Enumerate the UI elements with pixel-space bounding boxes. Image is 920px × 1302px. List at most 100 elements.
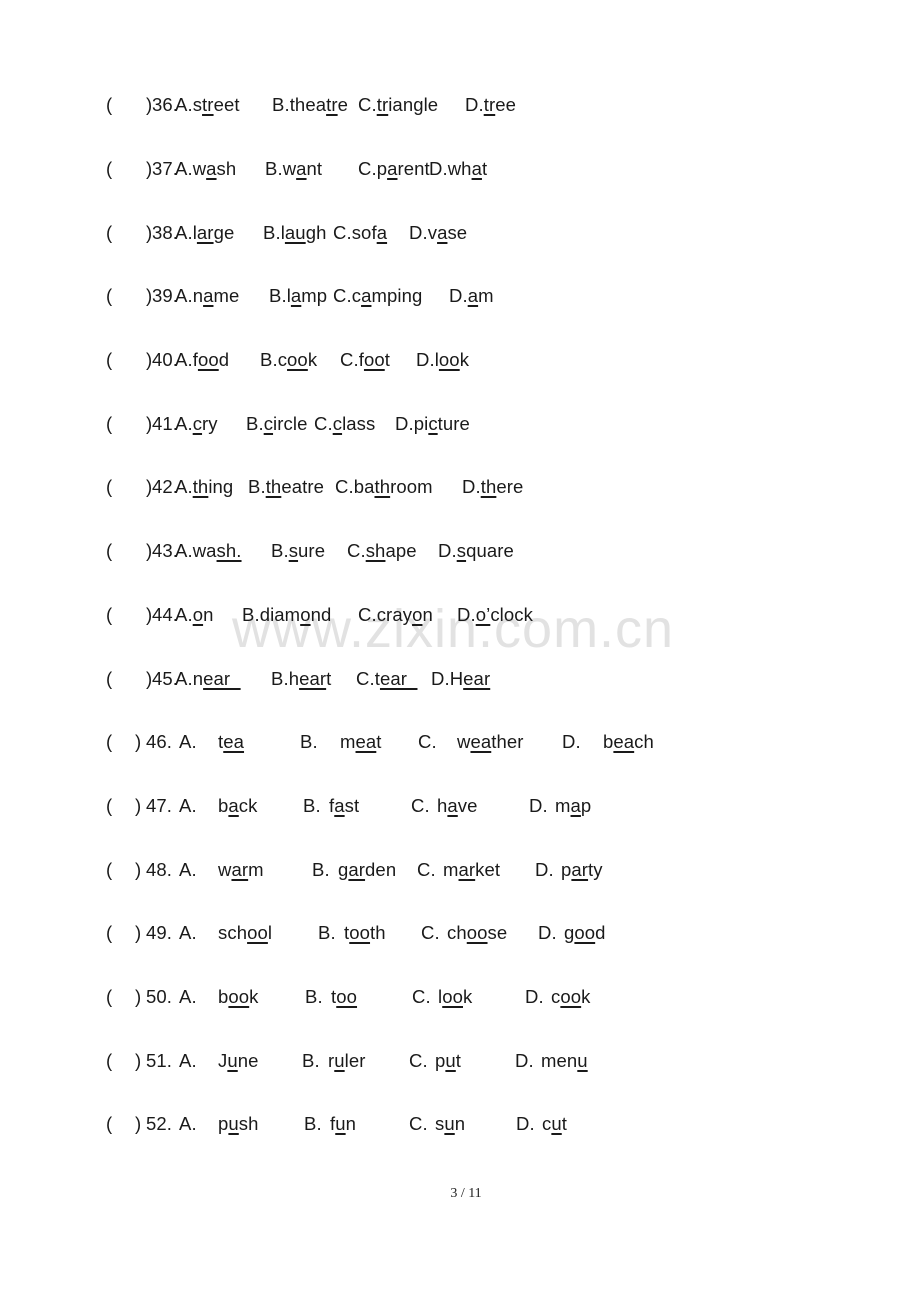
option-letter: C. [411,795,430,816]
option-letter: A. [175,94,193,115]
option-letter: C. [409,1113,428,1134]
word-part: wa [192,540,217,561]
word-part: ircle [273,413,308,434]
option-letter: C. [412,986,431,1007]
option-b-word: garden [338,855,396,885]
option-b: B.circle [246,409,307,439]
option-letter: D. [535,859,554,880]
underlined-letters: ear [299,668,327,689]
option-letter: A. [179,922,197,943]
option-d: D.am [449,281,494,311]
underlined-letters: u [445,1050,456,1071]
underlined-letters: ear [463,668,491,689]
answer-blank-open[interactable]: ( [106,1046,112,1076]
word-part: d [218,349,230,370]
word-part: ther [491,731,524,752]
option-a: A.name [175,281,239,311]
word-part: ty [588,859,603,880]
underlined-letters: oo [287,349,308,370]
answer-blank-open[interactable]: ( [106,982,112,1012]
underlined-letters: ea [355,731,377,752]
answer-blank-open[interactable]: ( [106,918,112,948]
word-part: n [192,285,204,306]
option-letter: C. [417,859,436,880]
word-part: gh [305,222,327,243]
underlined-letters: u [551,1113,562,1134]
answer-blank-open[interactable]: ( [106,154,112,184]
underlined-letters: tr [376,94,389,115]
word-part: nt [306,158,323,179]
option-a: A.on [175,600,213,630]
question-row: () 44. A.on B.diamond C.crayon D.o’clock [0,600,700,630]
word-part: th [370,922,386,943]
answer-blank-open[interactable]: ( [106,345,112,375]
answer-blank-open[interactable]: ( [106,1109,112,1139]
option-letter: D. [516,1113,535,1134]
answer-blank-open[interactable]: ( [106,600,112,630]
option-b-word: ruler [328,1046,366,1076]
underlined-letters: ea [470,731,492,752]
option-letter: B. [263,222,281,243]
option-letter: C. [409,1050,428,1071]
underlined-letters: u [228,1113,239,1134]
option-letter: D. [431,668,450,689]
option-c: C.parent [358,154,430,184]
word-part: iangle [388,94,439,115]
underlined-letters: oo [247,922,268,943]
underlined-letters: th [480,476,497,497]
answer-blank-open[interactable]: ( [106,409,112,439]
word-part: e [337,94,349,115]
word-part: sch [218,922,248,943]
underlined-letters: tr [483,94,496,115]
answer-blank-open[interactable]: ( [106,855,112,885]
option-d: D.picture [395,409,470,439]
word-part: ler [344,1050,366,1071]
underlined-letters: u [334,1050,345,1071]
option-b: B.cook [260,345,317,375]
underlined-letters: sh [365,540,386,561]
option-d: D.o’clock [457,600,533,630]
question-row: () 45. A.near B.heart C.tear D.Hear [0,664,700,694]
option-letter: A. [179,1050,197,1071]
option-a-word: back [218,791,257,821]
option-a: A.wash. [175,536,242,566]
word-part: nd [310,604,332,625]
option-letter: B. [302,1050,320,1071]
option-c: C.shape [347,536,417,566]
answer-blank-open[interactable]: ( [106,536,112,566]
word-part: n [345,1113,357,1134]
underlined-letters: oo [363,349,385,370]
question-number: 51. [146,1050,173,1071]
option-letter: B. [269,285,287,306]
underlined-letters: u [227,1050,238,1071]
answer-blank-open[interactable]: ( [106,472,112,502]
option-b: B.diamond [242,600,331,630]
question-row: () 38. A.large B.laugh C.sofa D.vase [0,218,700,248]
answer-blank-open[interactable]: ( [106,727,112,757]
answer-blank-open[interactable]: ( [106,281,112,311]
answer-blank-close: ) [135,922,142,943]
word-part: n [192,668,204,689]
option-letter: B. [304,1113,322,1134]
option-d-word: cut [542,1109,567,1139]
option-d: D.tree [465,90,516,120]
underlined-letters: tr [326,94,338,115]
word-part: k [463,986,473,1007]
underlined-letters: oo [349,922,371,943]
option-letter: A. [175,413,193,434]
option-a-word: warm [218,855,264,885]
option-letter: B. [260,349,278,370]
underlined-letters: oo [442,986,463,1007]
word-part: ge [213,222,235,243]
answer-blank-open[interactable]: ( [106,664,112,694]
answer-blank-open[interactable]: ( [106,218,112,248]
answer-blank-open[interactable]: ( [106,791,112,821]
question-row: () 48. A. warm B. garden C. market D. party [0,855,700,885]
word-part: b [603,731,614,752]
option-letter: D. [525,986,544,1007]
option-letter: D. [462,476,481,497]
answer-blank-close: ) [135,731,142,752]
answer-blank-open[interactable]: ( [106,90,112,120]
question-number: 48. [146,859,173,880]
word-part: w [192,158,207,179]
